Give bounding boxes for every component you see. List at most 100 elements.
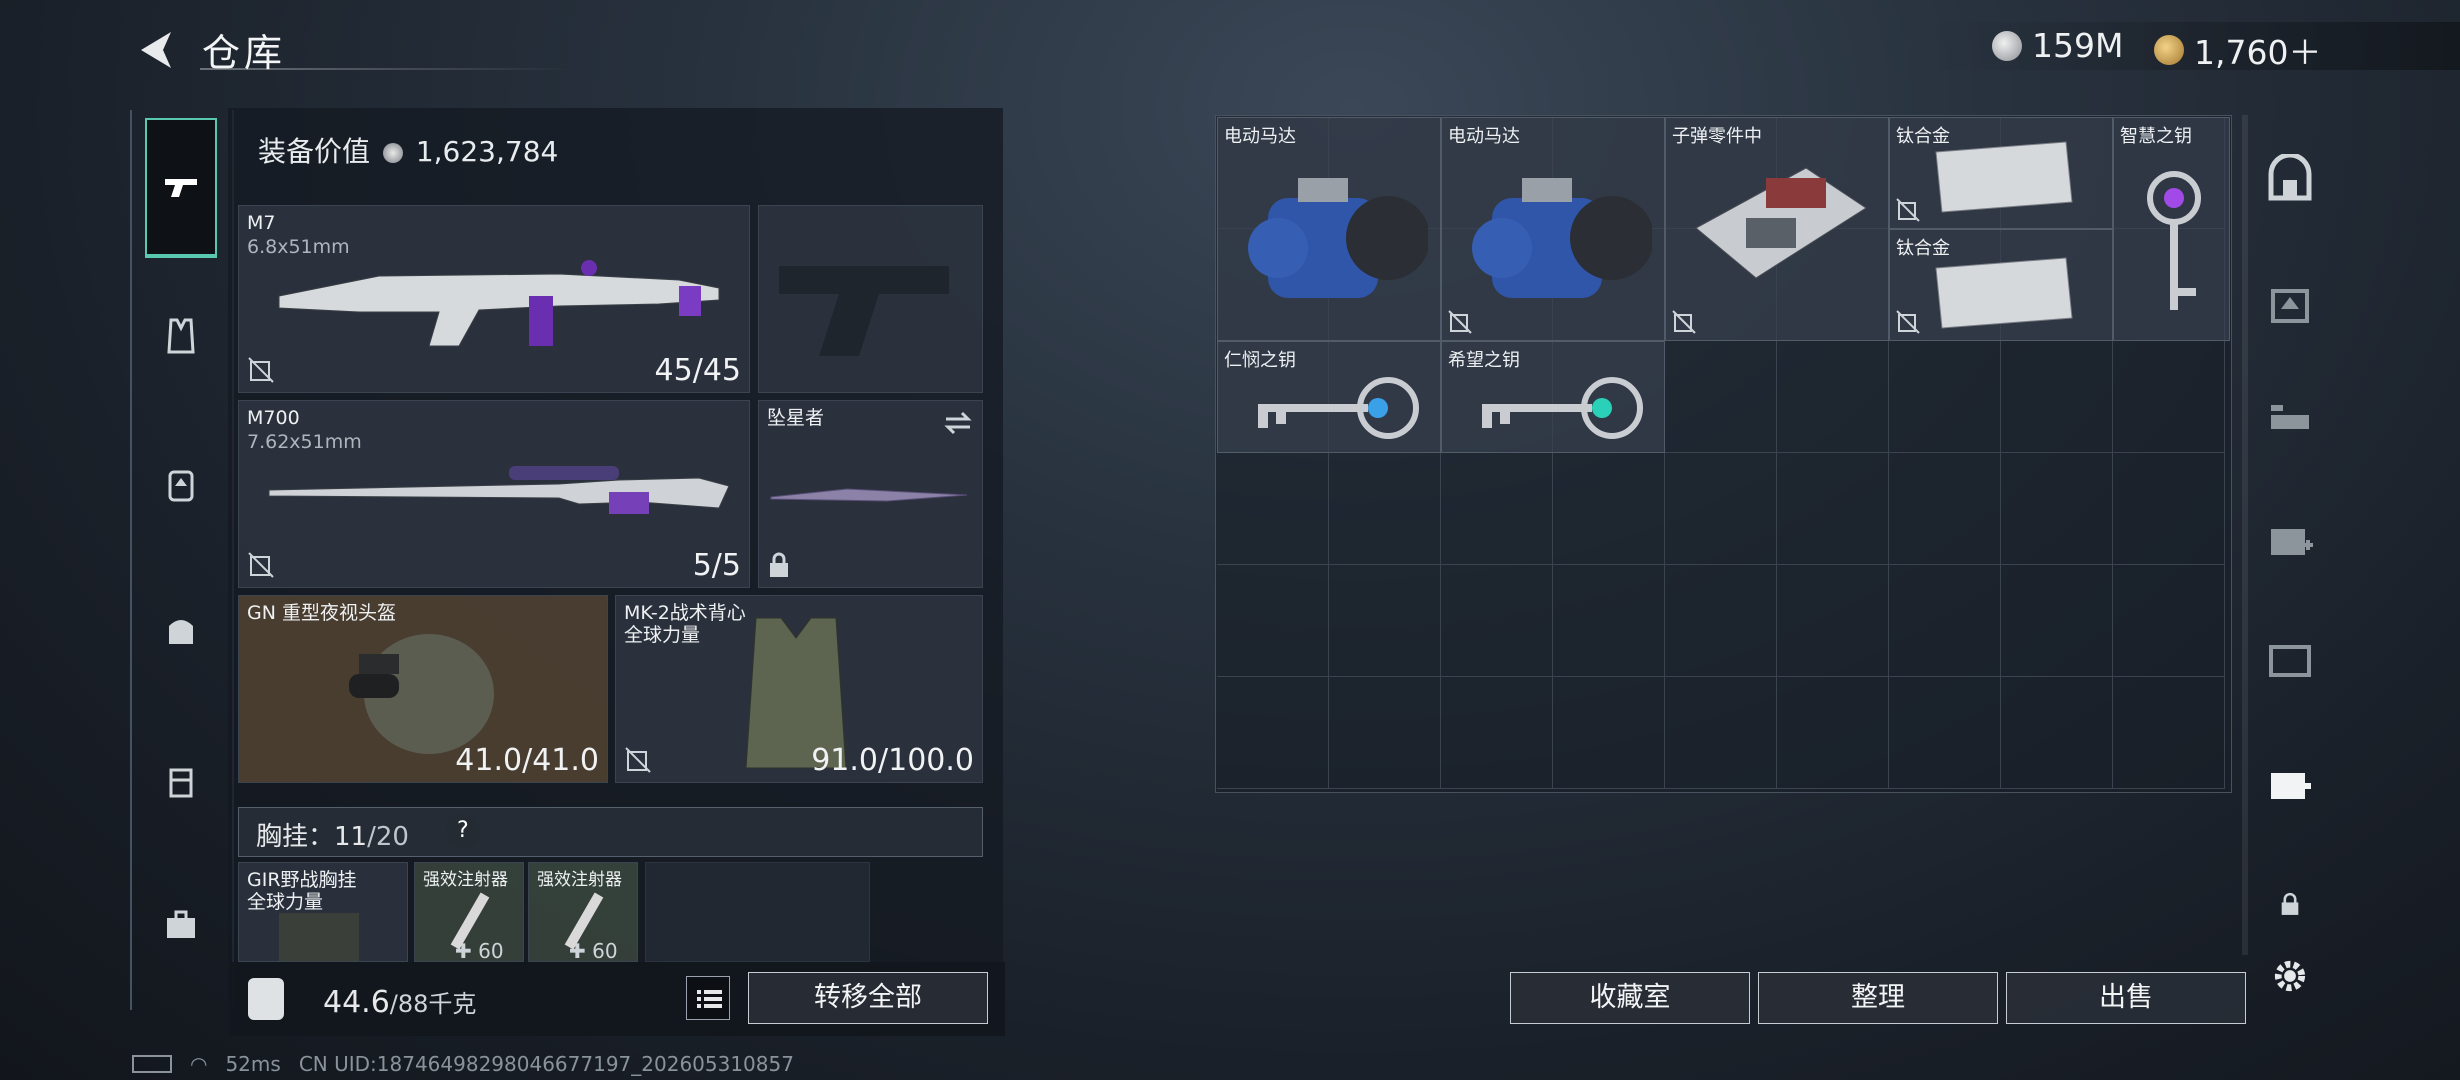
titanium-ingot-icon xyxy=(1935,257,2073,329)
nav-weapons-tab[interactable] xyxy=(145,118,217,258)
electric-motor-icon xyxy=(1472,178,1652,298)
secondary-weapon-slot[interactable]: M700 7.62x51mm 5/5 xyxy=(238,400,750,588)
storage-item-mercy-key[interactable]: 仁悯之钥 xyxy=(1217,341,1441,453)
wifi-icon: ◠ xyxy=(190,1052,208,1076)
list-view-button[interactable] xyxy=(686,976,730,1020)
storage-tab-2[interactable] xyxy=(2254,266,2326,338)
storage-cell[interactable] xyxy=(1889,341,2001,453)
storage-cell[interactable] xyxy=(1889,453,2001,565)
item-name: 智慧之钥 xyxy=(2120,126,2192,147)
storage-tab-3[interactable] xyxy=(2254,384,2326,456)
storage-tab-6-selected[interactable] xyxy=(2254,748,2326,820)
storage-cell[interactable] xyxy=(1889,677,2001,789)
chest-rig-total: /20 xyxy=(367,822,409,852)
key-purple-icon xyxy=(2147,171,2201,310)
heal-amount: ✚ 60 xyxy=(455,939,504,962)
nav-chest-rig-tab[interactable] xyxy=(145,300,217,372)
storage-item-titanium[interactable]: 钛合金 xyxy=(1889,117,2113,229)
rig-item-syringe[interactable]: 强效注射器 ✚ 60 xyxy=(528,862,638,962)
nav-case-tab[interactable] xyxy=(145,744,217,816)
storage-cell[interactable] xyxy=(1777,565,1889,677)
storage-cell[interactable] xyxy=(1553,565,1665,677)
weapon-name: M700 xyxy=(247,407,300,429)
equip-value-amount: 1,623,784 xyxy=(415,135,559,168)
storage-cell[interactable] xyxy=(1665,341,1777,453)
storage-cell[interactable] xyxy=(2001,341,2113,453)
rig-name: GIR野战胸挂 xyxy=(247,869,357,891)
carry-weight: 44.6/88千克 xyxy=(323,984,476,1020)
gold-currency[interactable]: 1,760＋ xyxy=(2154,26,2321,74)
storage-cell[interactable] xyxy=(1441,453,1553,565)
storage-cell[interactable] xyxy=(2113,453,2225,565)
storage-cell[interactable] xyxy=(1553,677,1665,789)
storage-cell[interactable] xyxy=(2001,677,2113,789)
rifle-m7-icon xyxy=(278,260,720,347)
locked-tab xyxy=(2254,868,2326,940)
storage-cell[interactable] xyxy=(1329,453,1441,565)
storage-cell[interactable] xyxy=(1889,565,2001,677)
swap-icon[interactable] xyxy=(942,409,974,437)
lock-icon xyxy=(767,551,791,579)
rig-item-syringe[interactable]: 强效注射器 ✚ 60 xyxy=(414,862,524,962)
equip-value-label: 装备价值 xyxy=(258,135,371,168)
armor-slot[interactable]: MK-2战术背心 全球力量 91.0/100.0 xyxy=(615,595,983,783)
storage-cell[interactable] xyxy=(1665,677,1777,789)
storage-cell[interactable] xyxy=(1777,453,1889,565)
storage-cell[interactable] xyxy=(2001,565,2113,677)
storage-cell[interactable] xyxy=(2113,565,2225,677)
storage-item-electric-motor[interactable]: 电动马达 xyxy=(1217,117,1441,341)
primary-weapon-slot[interactable]: M7 6.8x51mm 45/45 xyxy=(238,205,750,393)
heal-amount: ✚ 60 xyxy=(569,939,618,962)
storage-cell[interactable] xyxy=(1329,677,1441,789)
storage-item-titanium[interactable]: 钛合金 xyxy=(1889,229,2113,341)
storage-cell[interactable] xyxy=(1553,453,1665,565)
nav-toolbox-tab[interactable] xyxy=(145,888,217,960)
storage-cell[interactable] xyxy=(1441,677,1553,789)
weight-current: 44.6 xyxy=(323,985,390,1020)
storage-cell[interactable] xyxy=(2113,677,2225,789)
sell-button[interactable]: 出售 xyxy=(2006,972,2246,1024)
back-arrow-icon[interactable] xyxy=(135,28,175,72)
collection-room-button[interactable]: 收藏室 xyxy=(1510,972,1750,1024)
storage-tab-5[interactable] xyxy=(2254,622,2326,694)
armor-name: MK-2战术背心 xyxy=(624,602,746,624)
storage-cell[interactable] xyxy=(1217,565,1329,677)
silver-amount: 159M xyxy=(2032,26,2124,65)
storage-cell[interactable] xyxy=(1329,565,1441,677)
storage-scrollbar[interactable] xyxy=(2242,115,2248,955)
melee-slot[interactable]: 坠星者 xyxy=(758,400,983,588)
storage-tab-1[interactable] xyxy=(2254,143,2326,215)
pistol-placeholder-icon xyxy=(779,266,949,356)
no-transfer-icon xyxy=(247,356,275,384)
sort-button[interactable]: 整理 xyxy=(1758,972,1998,1024)
nav-backpack-tab[interactable] xyxy=(145,448,217,520)
transfer-all-button[interactable]: 转移全部 xyxy=(748,972,988,1024)
helmet-slot[interactable]: GN 重型夜视头盔 41.0/41.0 xyxy=(238,595,608,783)
storage-cell[interactable] xyxy=(1217,453,1329,565)
settings-button[interactable] xyxy=(2254,940,2326,1012)
storage-item-ammo-parts[interactable]: 子弹零件中 xyxy=(1665,117,1889,341)
storage-item-wisdom-key[interactable]: 智慧之钥 xyxy=(2113,117,2230,341)
storage-cell[interactable] xyxy=(1441,565,1553,677)
storage-item-electric-motor[interactable]: 电动马达 xyxy=(1441,117,1665,341)
nav-bag-tab[interactable] xyxy=(145,594,217,666)
storage-cell[interactable] xyxy=(2001,453,2113,565)
storage-tab-4[interactable] xyxy=(2254,504,2326,576)
equipment-value: 装备价值 1,623,784 xyxy=(258,130,558,170)
rig-empty-slot[interactable] xyxy=(645,862,870,962)
vest-icon xyxy=(167,318,195,354)
storage-item-hope-key[interactable]: 希望之钥 xyxy=(1441,341,1665,453)
storage-cell[interactable] xyxy=(1665,565,1777,677)
storage-cell[interactable] xyxy=(1665,453,1777,565)
silver-currency: 159M xyxy=(1992,26,2123,65)
pistol-slot-empty[interactable] xyxy=(758,205,983,393)
key-teal-icon xyxy=(1482,377,1643,439)
storage-cell[interactable] xyxy=(1217,677,1329,789)
storage-cell[interactable] xyxy=(1777,341,1889,453)
item-name: 电动马达 xyxy=(1224,126,1296,147)
no-transfer-icon xyxy=(1896,310,1920,334)
chest-rig-slot[interactable]: GIR野战胸挂 全球力量 xyxy=(238,862,408,962)
no-transfer-icon xyxy=(1448,310,1472,334)
storage-cell[interactable] xyxy=(1777,677,1889,789)
storage-cell[interactable] xyxy=(2113,341,2225,453)
